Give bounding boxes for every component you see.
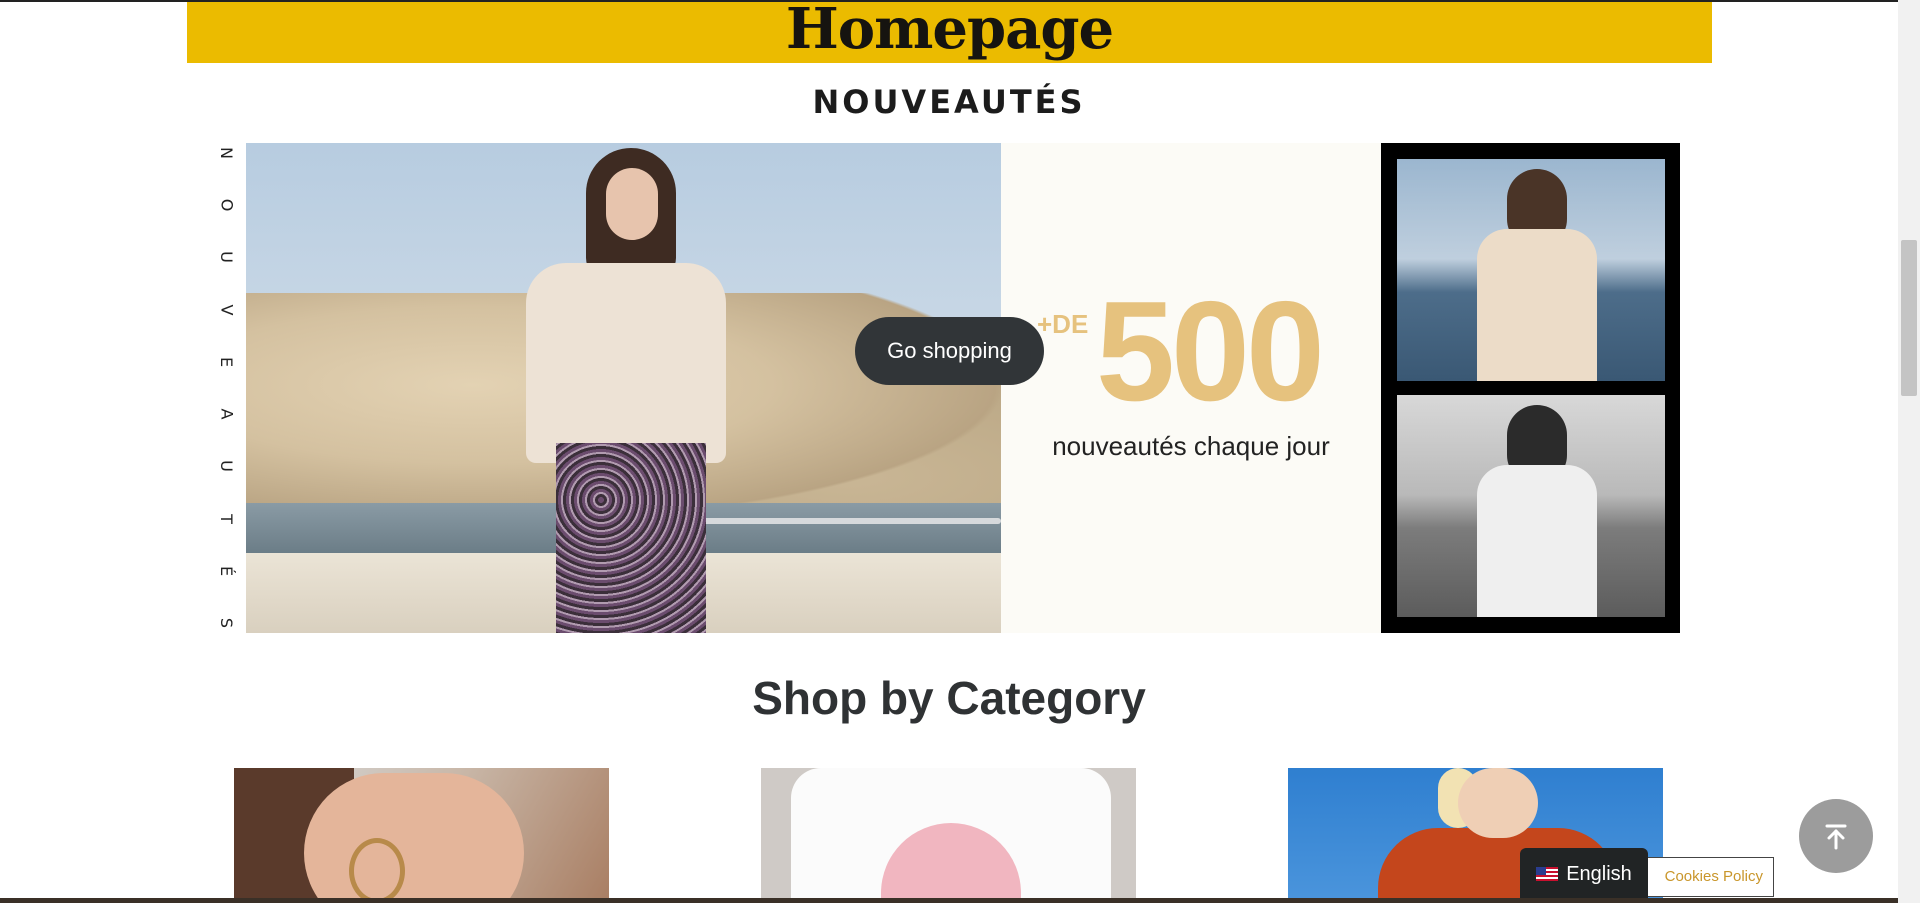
- shop-by-category-heading: Shop by Category: [752, 672, 1146, 724]
- vertical-letter: U: [217, 460, 236, 473]
- category-card-accessories[interactable]: [234, 768, 609, 903]
- category-image-face: [304, 773, 524, 903]
- go-shopping-button[interactable]: Go shopping: [855, 317, 1044, 385]
- category-image-earring: [349, 838, 405, 903]
- promo-number: 500: [1096, 272, 1325, 431]
- thumbnail-model: [1477, 405, 1597, 617]
- category-image-head: [1458, 768, 1538, 838]
- model-figure: [516, 143, 746, 633]
- promo-thumbnail-color[interactable]: [1397, 159, 1665, 381]
- promo-text-panel: +DE 500 nouveautés chaque jour: [1001, 143, 1381, 633]
- new-arrivals-heading: NOUVEAUTÉS: [812, 83, 1086, 118]
- us-flag-icon: [1536, 867, 1559, 881]
- cookies-policy-link[interactable]: Cookies Policy: [1640, 857, 1774, 897]
- arrow-up-to-line-icon: [1825, 824, 1847, 850]
- vertical-new-arrivals-label: N O U V E A U T É S: [214, 143, 238, 633]
- vertical-letter: E: [216, 356, 236, 367]
- model-skirt: [556, 443, 706, 633]
- promo-thumbnail-bw[interactable]: [1397, 395, 1665, 617]
- scrollbar-thumb[interactable]: [1901, 240, 1917, 396]
- thumbnail-model-blouse: [1477, 229, 1597, 381]
- vertical-letter: A: [216, 408, 236, 420]
- promo-model-photo[interactable]: [246, 143, 1001, 633]
- thumbnail-model-blouse: [1477, 465, 1597, 617]
- vertical-letter: É: [216, 565, 236, 576]
- vertical-letter: V: [216, 304, 236, 316]
- language-label: English: [1566, 862, 1632, 885]
- scroll-to-top-button[interactable]: [1799, 799, 1873, 873]
- vertical-letter: T: [217, 513, 236, 524]
- model-face: [606, 168, 658, 240]
- vertical-letter: U: [217, 251, 236, 264]
- language-selector[interactable]: English: [1520, 848, 1648, 900]
- promo-caption: nouveautés chaque jour: [1052, 431, 1330, 461]
- promo-prefix: +DE: [1037, 309, 1089, 339]
- category-card-tshirts[interactable]: [761, 768, 1136, 903]
- promo-thumbnail-frame: [1381, 143, 1680, 633]
- bottom-divider: [0, 898, 1898, 903]
- vertical-letter: S: [217, 617, 236, 629]
- model-blouse: [526, 263, 726, 463]
- vertical-letter: O: [217, 198, 236, 212]
- vertical-letter: N: [217, 147, 236, 159]
- thumbnail-model: [1477, 169, 1597, 381]
- hero-banner: Homepage: [187, 2, 1712, 63]
- vertical-scrollbar[interactable]: [1898, 0, 1920, 903]
- page-title: Homepage: [785, 2, 1114, 62]
